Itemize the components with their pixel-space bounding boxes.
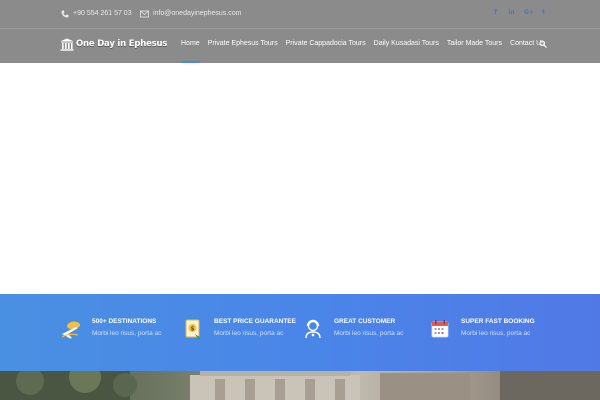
top-bar: +90 554 261 57 03 info@onedayinephesus.c… (0, 0, 600, 28)
site-logo[interactable]: One Day in Ephesus (60, 37, 167, 51)
main-nav: Home Private Ephesus Tours Private Cappa… (181, 40, 553, 63)
feature-subtitle: Morbi leo risus, porta ac (92, 330, 162, 337)
features-band: 500+ DESTINATIONS Morbi leo risus, porta… (0, 294, 600, 371)
linkedin-icon[interactable]: in (508, 9, 515, 16)
phone-number: +90 554 261 57 03 (73, 10, 132, 17)
feature-destinations: 500+ DESTINATIONS Morbi leo risus, porta… (60, 318, 161, 340)
nav-private-cappadocia-tours[interactable]: Private Cappadocia Tours (286, 40, 366, 47)
feature-subtitle: Morbi leo risus, porta ac (214, 330, 284, 337)
temple-logo-icon (60, 38, 74, 51)
phone-contact[interactable]: +90 554 261 57 03 (60, 9, 132, 18)
photo-scene (0, 371, 600, 400)
feature-title: 500+ DESTINATIONS (92, 318, 157, 325)
price-tag-icon: $ (185, 319, 201, 339)
header-divider (0, 28, 600, 29)
svg-text:$: $ (190, 325, 194, 332)
email-address: info@onedayinephesus.com (153, 10, 242, 17)
site-header: +90 554 261 57 03 info@onedayinephesus.c… (0, 0, 600, 63)
feature-title: SUPER FAST BOOKING (461, 318, 535, 325)
calendar-icon (431, 320, 449, 338)
feature-title: BEST PRICE GUARANTEE (214, 318, 296, 325)
feature-best-price: $ BEST PRICE GUARANTEE Morbi leo risus, … (182, 318, 296, 340)
email-contact[interactable]: info@onedayinephesus.com (140, 9, 241, 18)
logo-text: One Day in Ephesus (76, 39, 168, 49)
search-icon[interactable] (539, 40, 547, 48)
feature-subtitle: Morbi leo risus, porta ac (461, 330, 531, 337)
customer-support-icon (305, 319, 321, 339)
envelope-icon (140, 9, 149, 18)
hero-photo-strip (0, 371, 600, 400)
feature-subtitle: Morbi leo risus, porta ac (334, 330, 404, 337)
nav-daily-kusadasi-tours[interactable]: Daily Kusadasi Tours (374, 40, 439, 47)
nav-home[interactable]: Home (181, 40, 200, 63)
nav-private-ephesus-tours[interactable]: Private Ephesus Tours (208, 40, 278, 47)
phone-icon (60, 9, 69, 18)
google-plus-icon[interactable]: G+ (524, 9, 534, 16)
feature-fast-booking: SUPER FAST BOOKING Morbi leo risus, port… (429, 318, 535, 340)
feature-title: GREAT CUSTOMER (334, 318, 396, 325)
twitter-icon[interactable]: t (540, 9, 547, 16)
feature-great-customer: GREAT CUSTOMER Morbi leo risus, porta ac (302, 318, 403, 340)
social-links: f in G+ t (492, 9, 547, 16)
facebook-icon[interactable]: f (492, 9, 499, 16)
plane-cloud-icon (61, 321, 80, 339)
nav-tailor-made-tours[interactable]: Tailor Made Tours (447, 40, 502, 47)
